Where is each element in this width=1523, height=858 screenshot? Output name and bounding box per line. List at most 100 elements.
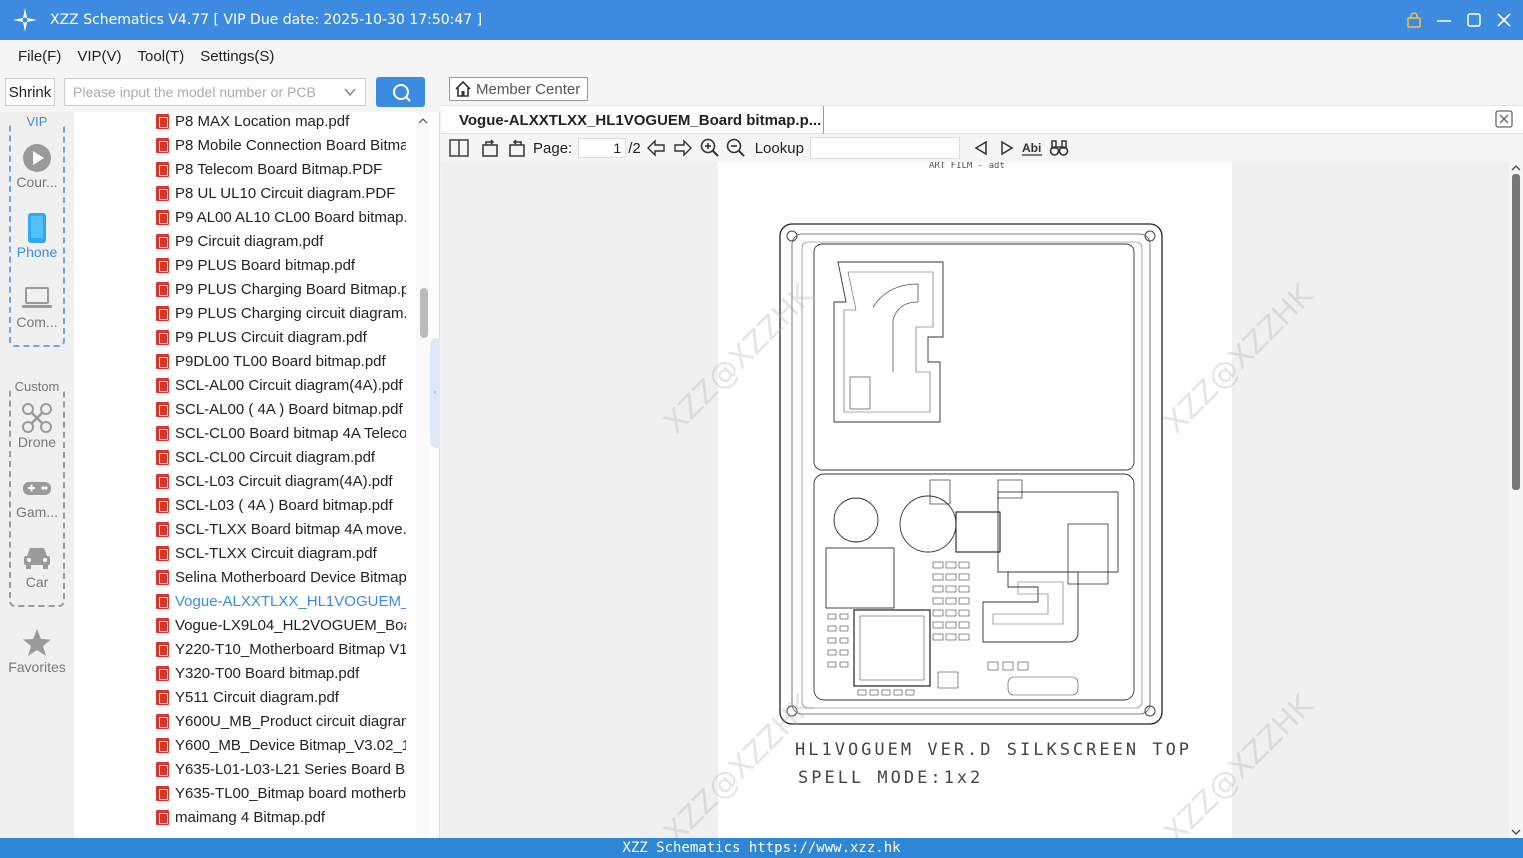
zoom-out-icon[interactable] [723, 134, 749, 162]
category-favorites[interactable]: Favorites [0, 627, 74, 675]
pdf-header-text: ART FILM - adt [929, 162, 1005, 171]
file-list-item[interactable]: P9 AL00 AL10 CL00 Board bitmap.pdf [156, 205, 406, 229]
toggle-sidebar-icon[interactable] [441, 134, 477, 162]
scroll-down-icon[interactable] [1509, 828, 1523, 836]
file-list-item[interactable]: Y220-T10_Motherboard Bitmap V1.pdf [156, 637, 406, 661]
pdf-file-icon [156, 233, 169, 249]
file-name: SCL-AL00 Circuit diagram(4A).pdf [175, 376, 403, 394]
viewer-scrollbar[interactable] [1509, 162, 1523, 838]
pdf-file-icon [156, 113, 169, 129]
page-number-input[interactable]: 1 [578, 138, 627, 158]
file-name: Y511 Circuit diagram.pdf [175, 688, 339, 706]
find-binoculars-icon[interactable] [1046, 134, 1072, 162]
collapse-panel-handle[interactable]: ‹ [430, 338, 440, 448]
file-name: SCL-CL00 Circuit diagram.pdf [175, 448, 376, 466]
file-list-item[interactable]: P8 UL UL10 Circuit diagram.PDF [156, 181, 406, 205]
scrollbar-thumb[interactable] [420, 288, 428, 338]
shrink-button[interactable]: Shrink [5, 78, 55, 106]
minimize-icon[interactable] [1435, 11, 1453, 29]
file-list-item[interactable]: SCL-CL00 Circuit diagram.pdf [156, 445, 406, 469]
file-list-item[interactable]: SCL-CL00 Board bitmap 4A Telecom.pdf [156, 421, 406, 445]
file-list-item[interactable]: Y320-T00 Board bitmap.pdf [156, 661, 406, 685]
menu-settings[interactable]: Settings(S) [200, 48, 274, 65]
maximize-icon[interactable] [1465, 11, 1483, 29]
file-list-item[interactable]: P9 PLUS Board bitmap.pdf [156, 253, 406, 277]
search-row: Shrink Please input the model number or … [0, 72, 440, 112]
file-list-item[interactable]: SCL-AL00 ( 4A ) Board bitmap.pdf [156, 397, 406, 421]
file-list-item[interactable]: Vogue-ALXXTLXX_HL1VOGUEM_Board bitmap.pd… [156, 589, 406, 613]
category-drone[interactable]: Drone [0, 402, 74, 450]
next-page-icon[interactable] [669, 134, 697, 162]
pdf-file-icon [156, 209, 169, 225]
pdf-viewer[interactable]: ART FILM - adt HL1VOGUEM VER.D SILKSCREE… [441, 162, 1509, 838]
file-name: SCL-L03 ( 4A ) Board bitmap.pdf [175, 496, 393, 514]
match-case-icon[interactable]: Abi [1018, 134, 1046, 162]
file-list-item[interactable]: SCL-AL00 Circuit diagram(4A).pdf [156, 373, 406, 397]
file-list-item[interactable]: Vogue-LX9L04_HL2VOGUEM_Board bitmap.pdf [156, 613, 406, 637]
scroll-up-icon[interactable] [416, 116, 430, 126]
file-list-item[interactable]: Y600_MB_Device Bitmap_V3.02_131.pdf [156, 733, 406, 757]
category-car[interactable]: Car [0, 542, 74, 590]
file-list-item[interactable]: P9 PLUS Charging circuit diagram.pdf [156, 301, 406, 325]
category-computer[interactable]: Com... [0, 282, 74, 330]
menu-file[interactable]: File(F) [18, 48, 61, 65]
file-list-item[interactable]: P8 Telecom Board Bitmap.PDF [156, 157, 406, 181]
car-icon [24, 548, 50, 569]
close-icon[interactable] [1495, 11, 1513, 29]
file-list-item[interactable]: P9 PLUS Circuit diagram.pdf [156, 325, 406, 349]
file-list-item[interactable]: P9 PLUS Charging Board Bitmap.pdf [156, 277, 406, 301]
document-tab[interactable]: Vogue-ALXXTLXX_HL1VOGUEM_Board bitmap.p.… [449, 106, 824, 134]
pdf-file-icon [156, 185, 169, 201]
file-list-item[interactable]: maimang 4 Bitmap.pdf [156, 805, 406, 829]
menu-vip[interactable]: VIP(V) [77, 48, 121, 65]
close-tab-icon[interactable] [1495, 110, 1513, 128]
file-list-item[interactable]: SCL-L03 Circuit diagram(4A).pdf [156, 469, 406, 493]
file-list-item[interactable]: SCL-TLXX Circuit diagram.pdf [156, 541, 406, 565]
file-list-item[interactable]: P9 Circuit diagram.pdf [156, 229, 406, 253]
file-name: Y600_MB_Device Bitmap_V3.02_131.pdf [175, 736, 406, 754]
category-courses[interactable]: Cour... [0, 142, 74, 190]
file-list-item[interactable]: Y511 Circuit diagram.pdf [156, 685, 406, 709]
window-title: XZZ Schematics V4.77 [ VIP Due date: 202… [50, 12, 483, 28]
menu-bar: File(F) VIP(V) Tool(T) Settings(S) [0, 40, 1523, 72]
category-game[interactable]: Gam... [0, 472, 74, 520]
member-center-button[interactable]: Member Center [449, 77, 588, 101]
file-name: P9 PLUS Circuit diagram.pdf [175, 328, 367, 346]
rotate-left-icon[interactable] [477, 134, 503, 162]
find-previous-icon[interactable] [966, 134, 996, 162]
zoom-in-icon[interactable] [697, 134, 723, 162]
chevron-down-icon[interactable] [343, 85, 357, 99]
search-button[interactable] [376, 77, 425, 107]
file-list-item[interactable]: SCL-L03 ( 4A ) Board bitmap.pdf [156, 493, 406, 517]
search-icon [392, 84, 411, 102]
file-list-item[interactable]: Selina Motherboard Device Bitmap.pdf [156, 565, 406, 589]
file-list-item[interactable]: Y635-L01-L03-L21 Series Board Bitmap.pdf [156, 757, 406, 781]
file-list-item[interactable]: SCL-TLXX Board bitmap 4A move.pdf [156, 517, 406, 541]
pdf-file-icon [156, 617, 169, 633]
file-name: P8 Telecom Board Bitmap.PDF [175, 160, 383, 178]
file-name: Y600U_MB_Product circuit diagram.pdf [175, 712, 406, 730]
previous-page-icon[interactable] [643, 134, 669, 162]
file-name: Selina Motherboard Device Bitmap.pdf [175, 568, 406, 586]
file-name: Vogue-ALXXTLXX_HL1VOGUEM_Board bitmap.pd… [175, 592, 406, 610]
file-list-item[interactable]: P8 Mobile Connection Board Bitmap.pdf [156, 133, 406, 157]
find-next-icon[interactable] [996, 134, 1018, 162]
pdf-toolbar: Page: 1 /2 Lookup Abi [441, 134, 1523, 162]
category-phone[interactable]: Phone [0, 212, 74, 260]
scrollbar-thumb[interactable] [1512, 174, 1520, 490]
scroll-up-icon[interactable] [1509, 164, 1523, 172]
file-list-item[interactable]: Y635-TL00_Bitmap board motherboard.pdf [156, 781, 406, 805]
left-panel: Shrink Please input the model number or … [0, 72, 440, 838]
pdf-file-icon [156, 761, 169, 777]
lock-icon[interactable] [1405, 11, 1423, 29]
file-list-item[interactable]: Y600U_MB_Product circuit diagram.pdf [156, 709, 406, 733]
search-input[interactable]: Please input the model number or PCB [64, 78, 366, 106]
menu-tool[interactable]: Tool(T) [138, 48, 185, 65]
laptop-icon [22, 287, 52, 308]
file-list-item[interactable]: P9DL00 TL00 Board bitmap.pdf [156, 349, 406, 373]
pdf-file-icon [156, 329, 169, 345]
rotate-right-icon[interactable] [503, 134, 531, 162]
lookup-input[interactable] [809, 137, 960, 159]
file-list-item[interactable]: P8 MAX Location map.pdf [156, 112, 406, 133]
file-list-scrollbar[interactable] [416, 112, 430, 838]
